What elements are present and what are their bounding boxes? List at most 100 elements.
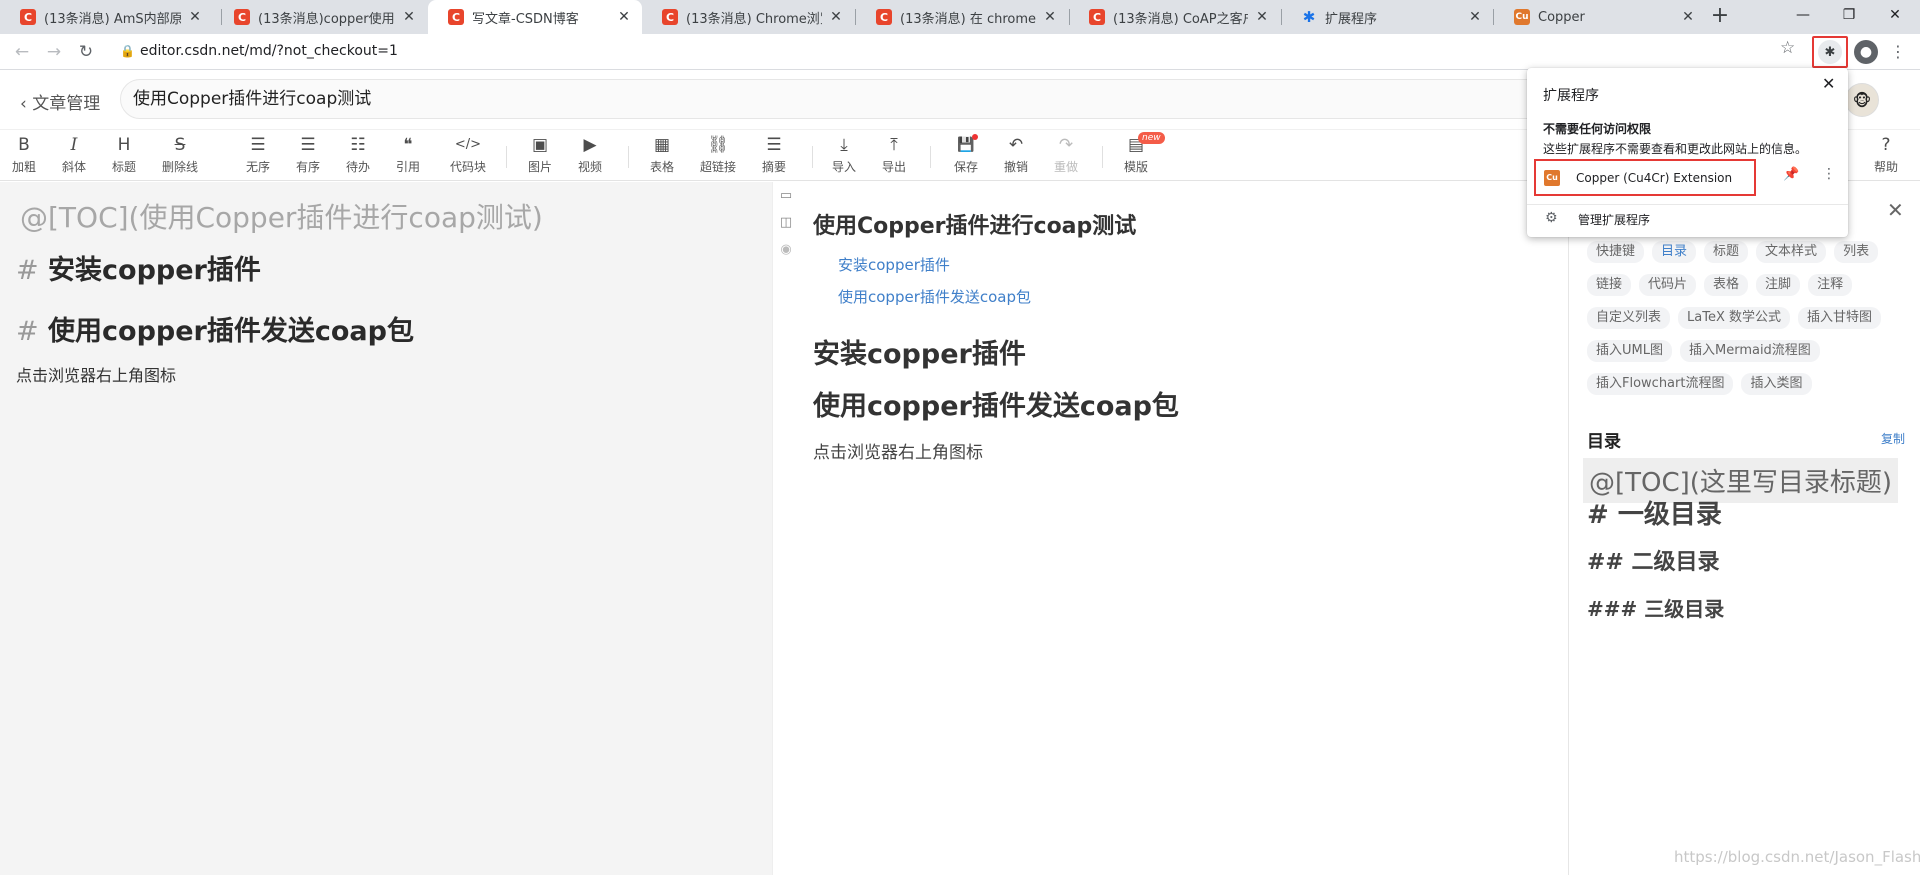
extensions-button[interactable]: ✱ xyxy=(1812,36,1848,68)
markdown-editor[interactable]: @[TOC](使用Copper插件进行coap测试) # 安装copper插件 … xyxy=(0,182,772,875)
close-icon[interactable]: ✕ xyxy=(187,9,203,25)
tab-title: (13条消息) AmS内部原理 xyxy=(44,11,181,27)
summary-button[interactable]: ☰ 摘要 xyxy=(750,134,798,178)
help-tag[interactable]: 注脚 xyxy=(1756,274,1801,296)
copper-extension-item[interactable]: Cu Copper (Cu4Cr) Extension xyxy=(1534,159,1756,196)
tab-3-active[interactable]: C 写文章-CSDN博客 ✕ xyxy=(428,0,642,34)
heading-button[interactable]: H 标题 xyxy=(100,134,148,178)
bold-button[interactable]: B 加粗 xyxy=(0,134,48,178)
tab-2[interactable]: C (13条消息)copper使用- CS ✕ xyxy=(214,0,427,34)
close-icon[interactable]: ✕ xyxy=(828,9,844,25)
help-sidebar: ✕ 快捷键 目录 标题 文本样式 列表链接 代码片 表格 注脚 注释自定义列表 LaTeX 数学公… xyxy=(1568,182,1920,875)
article-title-input[interactable]: 使用Copper插件进行coap测试 xyxy=(120,79,1620,119)
close-icon[interactable]: ✕ xyxy=(1254,9,1270,25)
help-tag[interactable]: 自定义列表 xyxy=(1587,307,1671,329)
help-tag[interactable]: 目录 xyxy=(1652,241,1697,263)
code-block-button[interactable]: </> 代码块 xyxy=(440,134,496,178)
back-label: 文章管理 xyxy=(32,94,101,114)
help-tag[interactable]: 插入甘特图 xyxy=(1798,307,1882,329)
help-tag[interactable]: 插入Flowchart流程图 xyxy=(1587,373,1734,395)
pin-icon[interactable]: 📌 xyxy=(1783,167,1799,182)
close-icon[interactable]: ✕ xyxy=(1042,9,1058,25)
ordered-list-button[interactable]: ☰ 有序 xyxy=(284,134,332,178)
toc-section-title: 目录 xyxy=(1587,432,1621,452)
url-text[interactable]: editor.csdn.net/md/?not_checkout=1 xyxy=(140,43,398,59)
help-tag[interactable]: 标题 xyxy=(1704,241,1749,263)
help-tag[interactable]: 注释 xyxy=(1808,274,1853,296)
table-button[interactable]: ▦ 表格 xyxy=(638,134,686,178)
undo-button[interactable]: ↶ 撤销 xyxy=(992,134,1040,178)
help-button[interactable]: ? 帮助 xyxy=(1862,134,1910,178)
image-button[interactable]: ▣ 图片 xyxy=(516,134,564,178)
more-vert-icon[interactable]: ⋮ xyxy=(1822,166,1836,182)
export-button[interactable]: ⤒ 导出 xyxy=(870,134,918,178)
help-tag[interactable]: 快捷键 xyxy=(1587,241,1645,263)
tab-1[interactable]: C (13条消息) AmS内部原理 ✕ xyxy=(0,0,213,34)
browser-toolbar: ← → ↻ 🔒 editor.csdn.net/md/?not_checkout… xyxy=(0,34,1920,70)
bookmark-star-icon[interactable]: ☆ xyxy=(1780,38,1795,58)
help-tag[interactable]: 插入Mermaid流程图 xyxy=(1679,340,1820,362)
tab-strip: C (13条消息) AmS内部原理 ✕ C (13条消息)copper使用- C… xyxy=(0,0,1920,34)
new-tab-button[interactable]: + xyxy=(1706,4,1734,30)
italic-button[interactable]: I 斜体 xyxy=(50,134,98,178)
heading-label: 标题 xyxy=(111,160,136,174)
preview-eye-icon[interactable]: ◉ xyxy=(778,242,794,258)
quote-label: 引用 xyxy=(395,160,420,174)
tab-5[interactable]: C (13条消息) 在 chrome 中使 ✕ xyxy=(856,0,1068,34)
article-manage-link[interactable]: ‹ 文章管理 xyxy=(20,89,100,114)
import-button[interactable]: ⤓ 导入 xyxy=(820,134,868,178)
address-bar[interactable]: 🔒 editor.csdn.net/md/?not_checkout=1 xyxy=(106,38,1786,66)
minimize-icon[interactable]: — xyxy=(1780,0,1826,30)
close-icon[interactable]: ✕ xyxy=(401,9,417,25)
csdn-icon: C xyxy=(20,9,36,25)
forward-arrow-icon[interactable]: → xyxy=(40,38,68,66)
strikethrough-button[interactable]: S 删除线 xyxy=(156,134,204,178)
help-tag[interactable]: 代码片 xyxy=(1639,274,1697,296)
split-view-icon[interactable]: ◫ xyxy=(778,215,794,231)
window-close-icon[interactable]: ✕ xyxy=(1872,0,1918,30)
tab-6[interactable]: C (13条消息) CoAP之客户端 ✕ xyxy=(1069,0,1280,34)
template-button[interactable]: new ▤ 模版 xyxy=(1112,132,1165,178)
tab-7[interactable]: ✱ 扩展程序 ✕ xyxy=(1281,0,1493,34)
help-tag[interactable]: 链接 xyxy=(1587,274,1632,296)
video-button[interactable]: ▶ 视频 xyxy=(566,134,614,178)
help-tag[interactable]: 文本样式 xyxy=(1756,241,1827,263)
restore-icon[interactable]: ❐ xyxy=(1826,0,1872,30)
export-label: 导出 xyxy=(881,160,906,174)
back-arrow-icon[interactable]: ← xyxy=(8,38,36,66)
help-tag[interactable]: 插入类图 xyxy=(1741,373,1812,395)
manage-extensions-link[interactable]: 管理扩展程序 xyxy=(1578,211,1650,228)
export-icon: ⤒ xyxy=(890,135,898,155)
h2-example: ## 二级目录 xyxy=(1587,550,1720,575)
profile-avatar-icon[interactable]: ● xyxy=(1854,40,1878,64)
single-column-icon[interactable]: ▭ xyxy=(778,188,794,204)
tab-8[interactable]: Cu Copper ✕ xyxy=(1494,0,1706,34)
tab-4[interactable]: C (13条消息) Chrome浏览器 ✕ xyxy=(642,0,854,34)
help-tag[interactable]: 列表 xyxy=(1834,241,1879,263)
close-icon[interactable]: ✕ xyxy=(1680,9,1696,25)
kebab-menu-icon[interactable]: ⋮ xyxy=(1888,40,1908,64)
close-icon[interactable]: ✕ xyxy=(616,9,632,25)
close-icon[interactable]: ✕ xyxy=(1887,198,1904,222)
link-icon: ⛓ xyxy=(707,135,729,155)
redo-button[interactable]: ↷ 重做 xyxy=(1042,134,1090,178)
user-avatar[interactable]: 🐵 xyxy=(1845,83,1879,117)
template-label: 模版 xyxy=(1123,160,1148,174)
hyperlink-button[interactable]: ⛓ 超链接 xyxy=(694,134,742,178)
copy-button[interactable]: 复制 xyxy=(1881,430,1905,447)
save-button[interactable]: 💾 保存 xyxy=(942,134,990,178)
unordered-list-button[interactable]: ☰ 无序 xyxy=(234,134,282,178)
help-tag[interactable]: 表格 xyxy=(1704,274,1749,296)
close-icon[interactable]: ✕ xyxy=(1467,9,1483,25)
help-tag[interactable]: LaTeX 数学公式 xyxy=(1678,307,1790,329)
preview-toc-link[interactable]: 使用copper插件发送coap包 xyxy=(838,286,1031,307)
extension-name: Copper (Cu4Cr) Extension xyxy=(1576,170,1733,185)
close-icon[interactable]: ✕ xyxy=(1822,74,1835,93)
preview-toc-link[interactable]: 安装copper插件 xyxy=(838,254,950,275)
quote-button[interactable]: ❝ 引用 xyxy=(384,134,432,178)
todo-button[interactable]: ☷ 待办 xyxy=(334,134,382,178)
ordered-list-label: 有序 xyxy=(295,160,320,174)
reload-icon[interactable]: ↻ xyxy=(72,38,100,66)
italic-icon: I xyxy=(70,135,78,155)
help-tag[interactable]: 插入UML图 xyxy=(1587,340,1672,362)
